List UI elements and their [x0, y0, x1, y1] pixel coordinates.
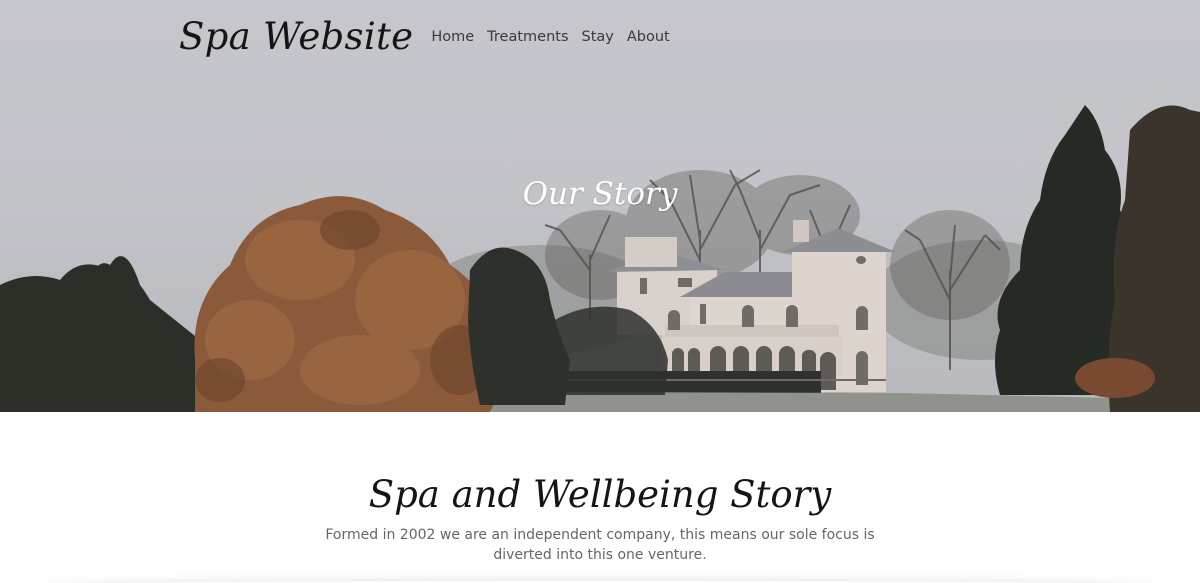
hero-title: Our Story [522, 176, 678, 212]
nav-about-link[interactable]: About [627, 29, 670, 45]
page: Spa Website Home Treatments Stay About O… [0, 0, 1200, 583]
nav-links: Home Treatments Stay About [431, 29, 669, 45]
nav-home-link[interactable]: Home [431, 29, 474, 45]
hero-banner: Spa Website Home Treatments Stay About O… [0, 0, 1200, 412]
top-navigation: Spa Website Home Treatments Stay About [179, 12, 670, 60]
section-paragraph: Formed in 2002 we are an independent com… [325, 527, 875, 563]
nav-stay-link[interactable]: Stay [582, 29, 614, 45]
autumn-tree [194, 196, 501, 412]
nav-treatments-link[interactable]: Treatments [487, 29, 568, 45]
section-heading: Spa and Wellbeing Story [368, 473, 832, 516]
site-logo[interactable]: Spa Website [179, 15, 413, 58]
story-section: Spa and Wellbeing Story Formed in 2002 w… [0, 412, 1200, 583]
